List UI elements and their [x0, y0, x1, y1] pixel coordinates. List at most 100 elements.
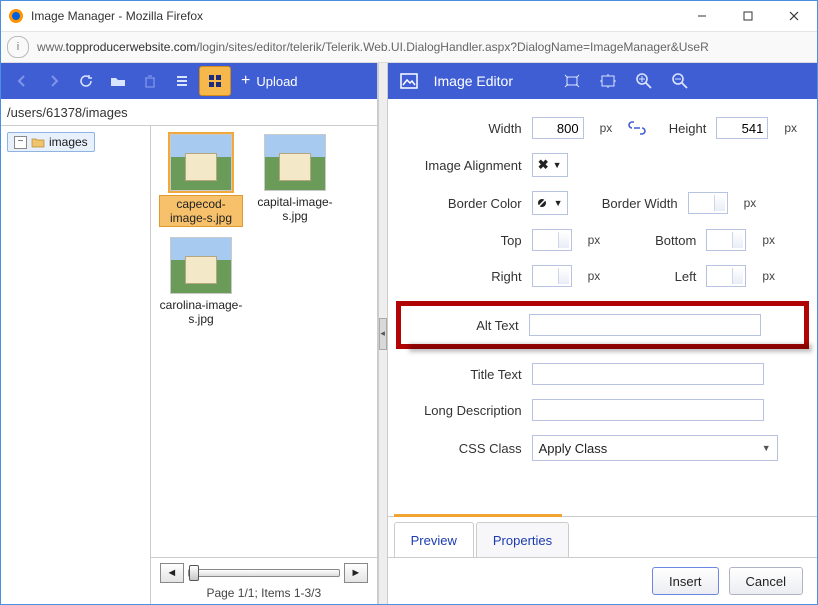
px-label: px [744, 196, 757, 210]
alt-text-label: Alt Text [411, 318, 519, 333]
pager-text: Page 1/1; Items 1-3/3 [206, 586, 321, 600]
title-bar: Image Manager - Mozilla Firefox [1, 1, 817, 32]
list-view-button[interactable] [167, 67, 197, 95]
firefox-icon [7, 7, 25, 25]
file-toolbar: + Upload [1, 63, 377, 99]
alignment-select[interactable]: ✖▼ [532, 153, 568, 177]
dialog-footer: Insert Cancel [388, 557, 817, 604]
file-browser-panel: + Upload /users/61378/images − images [1, 63, 378, 604]
thumbnails: capecod-image-s.jpg capital-image-s.jpg … [151, 126, 377, 557]
editor-toolbar: Image Editor [388, 63, 817, 99]
title-text-input[interactable] [532, 363, 764, 385]
thumb-image [170, 237, 232, 294]
zoom-out-icon[interactable] [669, 70, 691, 92]
new-folder-button[interactable] [103, 67, 133, 95]
editor-panel: Image Editor Width px Height px [388, 63, 817, 604]
plus-icon: + [241, 73, 250, 89]
zoom-in-icon[interactable] [633, 70, 655, 92]
image-editor-icon [398, 70, 420, 92]
maximize-button[interactable] [725, 1, 771, 31]
editor-title: Image Editor [434, 73, 513, 89]
splitter-grip-icon[interactable]: ◂ [379, 318, 387, 350]
right-label: Right [402, 269, 522, 284]
close-window-button[interactable] [771, 1, 817, 31]
delete-button[interactable] [135, 67, 165, 95]
row-alignment: Image Alignment ✖▼ [402, 153, 803, 177]
border-color-label: Border Color [402, 196, 522, 211]
upload-button[interactable]: + Upload [233, 67, 306, 95]
long-desc-label: Long Description [402, 403, 522, 418]
minimize-button[interactable] [679, 1, 725, 31]
css-class-value: Apply Class [539, 441, 608, 456]
tabs: Preview Properties [388, 516, 817, 557]
css-class-select[interactable]: Apply Class ▼ [532, 435, 778, 461]
row-css-class: CSS Class Apply Class ▼ [402, 435, 803, 461]
page-next-button[interactable]: ► [344, 563, 368, 583]
border-width-label: Border Width [578, 196, 678, 211]
actual-size-icon[interactable] [597, 70, 619, 92]
px-label: px [784, 121, 797, 135]
collapse-icon[interactable]: − [14, 136, 27, 149]
alignment-label: Image Alignment [402, 158, 522, 173]
url-text: www.topproducerwebsite.com/login/sites/e… [37, 40, 811, 54]
alt-text-highlight: Alt Text [396, 301, 809, 349]
chevron-down-icon: ▼ [553, 160, 562, 170]
px-label: px [600, 121, 613, 135]
site-info-icon[interactable]: i [7, 36, 29, 58]
workspace: + Upload /users/61378/images − images [1, 63, 817, 604]
px-label: px [762, 233, 775, 247]
tab-preview[interactable]: Preview [394, 522, 474, 557]
refresh-button[interactable] [71, 67, 101, 95]
chevron-down-icon: ▼ [762, 443, 771, 453]
css-class-label: CSS Class [402, 441, 522, 456]
row-long-desc: Long Description [402, 399, 803, 421]
thumb-caption: capital-image-s.jpg [253, 195, 337, 223]
nocolor-icon [537, 197, 551, 209]
file-thumb[interactable]: capecod-image-s.jpg [159, 134, 243, 227]
splitter[interactable]: ◂ [378, 63, 388, 604]
row-title-text: Title Text [402, 363, 803, 385]
px-label: px [762, 269, 775, 283]
folder-tree: − images [1, 126, 151, 604]
width-label: Width [402, 121, 522, 136]
file-row: − images capecod-image-s.jpg [1, 126, 377, 604]
margin-left-input[interactable] [706, 265, 746, 287]
thumbnail-view-button[interactable] [199, 66, 231, 96]
margin-right-input[interactable] [532, 265, 572, 287]
best-fit-icon[interactable] [561, 70, 583, 92]
pager: ◄ ► Page 1/1; Items 1-3/3 [151, 557, 377, 604]
px-label: px [588, 233, 601, 247]
lock-aspect-icon[interactable] [628, 121, 646, 135]
file-thumb[interactable]: capital-image-s.jpg [253, 134, 337, 227]
bottom-label: Bottom [616, 233, 696, 248]
height-input[interactable] [716, 117, 768, 139]
slider-handle[interactable] [189, 565, 199, 581]
alt-text-input[interactable] [529, 314, 761, 336]
page-slider[interactable] [188, 569, 340, 577]
forward-button[interactable] [39, 67, 69, 95]
thumb-caption: carolina-image-s.jpg [159, 298, 243, 326]
path-bar[interactable]: /users/61378/images [1, 99, 377, 126]
path-text: /users/61378/images [7, 105, 128, 120]
cancel-button[interactable]: Cancel [729, 567, 803, 595]
insert-button[interactable]: Insert [652, 567, 719, 595]
height-label: Height [656, 121, 706, 136]
folder-icon [31, 136, 45, 148]
back-button[interactable] [7, 67, 37, 95]
long-desc-input[interactable] [532, 399, 764, 421]
thumb-image [264, 134, 326, 191]
width-input[interactable] [532, 117, 584, 139]
address-bar[interactable]: i www.topproducerwebsite.com/login/sites… [1, 32, 817, 63]
margin-bottom-input[interactable] [706, 229, 746, 251]
border-width-input[interactable] [688, 192, 728, 214]
file-thumb[interactable]: carolina-image-s.jpg [159, 237, 243, 326]
app-window: Image Manager - Mozilla Firefox i www.to… [0, 0, 818, 605]
px-label: px [588, 269, 601, 283]
border-color-select[interactable]: ▼ [532, 191, 568, 215]
page-prev-button[interactable]: ◄ [160, 563, 184, 583]
tab-properties[interactable]: Properties [476, 522, 569, 557]
tree-node-images[interactable]: − images [7, 132, 95, 152]
margin-top-input[interactable] [532, 229, 572, 251]
row-margin-rl: Right px Left px [402, 265, 803, 287]
window-title: Image Manager - Mozilla Firefox [31, 9, 203, 23]
